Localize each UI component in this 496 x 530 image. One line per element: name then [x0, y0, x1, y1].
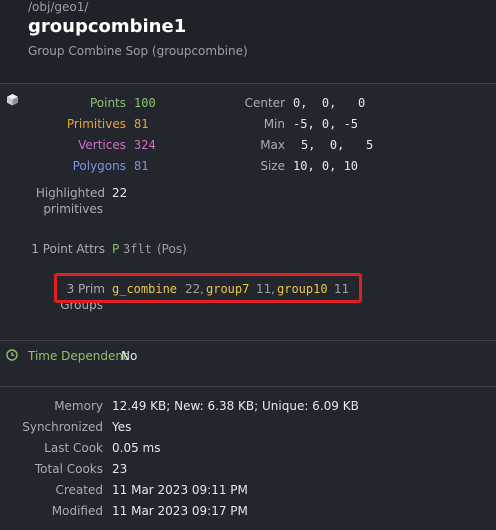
- time-dependent-label: Time Dependent: [28, 349, 128, 363]
- vertices-value: 324: [134, 138, 156, 152]
- point-attr-name: (Pos): [157, 242, 187, 256]
- size-label: Size: [260, 159, 285, 173]
- point-attr-size: 3flt: [123, 242, 152, 256]
- last-cook-label: Last Cook: [44, 441, 103, 455]
- points-value: 100: [134, 96, 156, 110]
- vertices-label: Vertices: [78, 138, 126, 152]
- total-cooks-label: Total Cooks: [34, 462, 103, 476]
- size-value: 10, 0, 10: [293, 159, 359, 173]
- synchronized-value: Yes: [112, 420, 132, 434]
- point-attrs-label: 1 Point Attrs: [31, 242, 105, 256]
- total-cooks-value: 23: [112, 462, 128, 476]
- min-value: -5, 0, -5: [293, 117, 359, 131]
- max-value: 5, 0, 5: [301, 138, 374, 152]
- node-type: Group Combine Sop (groupcombine): [28, 44, 248, 58]
- synchronized-label: Synchronized: [22, 420, 103, 434]
- modified-value: 11 Mar 2023 09:17 PM: [112, 504, 248, 518]
- last-cook-value: 0.05 ms: [112, 441, 161, 455]
- memory-label: Memory: [54, 399, 103, 413]
- modified-label: Modified: [51, 504, 103, 518]
- center-label: Center: [244, 96, 285, 110]
- primitives-value: 81: [134, 117, 149, 131]
- info-header: /obj/geo1/ groupcombine1 Group Combine S…: [0, 0, 496, 83]
- divider: [0, 340, 496, 341]
- clock-icon: [6, 349, 18, 361]
- highlighted-label: Highlighted: [35, 186, 105, 200]
- created-value: 11 Mar 2023 09:11 PM: [112, 483, 248, 497]
- divider: [0, 386, 496, 387]
- polygons-label: Polygons: [72, 159, 126, 173]
- polygons-value: 81: [134, 159, 149, 173]
- center-value: 0, 0, 0: [293, 96, 366, 110]
- highlight-box: [54, 273, 362, 303]
- divider: [0, 83, 496, 84]
- node-name: groupcombine1: [28, 16, 187, 37]
- time-dependent-value: No: [121, 349, 138, 363]
- primitives-label: Primitives: [66, 117, 126, 131]
- max-label: Max: [260, 138, 285, 152]
- memory-value: 12.49 KB; New: 6.38 KB; Unique: 6.09 KB: [112, 399, 359, 413]
- points-label: Points: [89, 96, 126, 110]
- point-attr-class: P: [112, 242, 120, 256]
- highlighted-label-2: primitives: [43, 202, 103, 216]
- geometry-cube-icon: [7, 94, 18, 106]
- highlighted-value: 22: [112, 186, 128, 200]
- min-label: Min: [263, 117, 285, 131]
- node-path: /obj/geo1/: [28, 0, 89, 14]
- created-label: Created: [55, 483, 104, 497]
